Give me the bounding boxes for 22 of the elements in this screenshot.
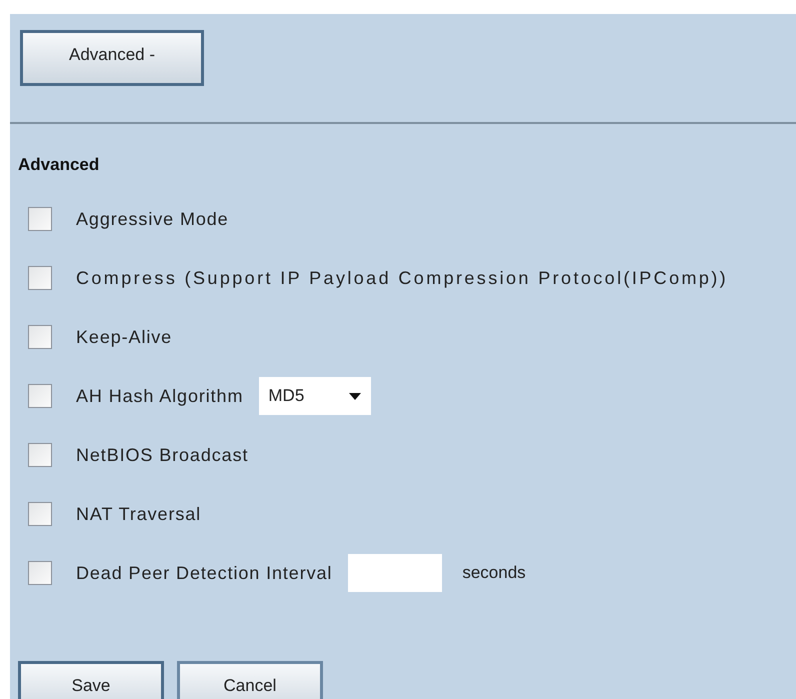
checkbox[interactable] — [28, 502, 52, 526]
option-label: NetBIOS Broadcast — [76, 444, 248, 466]
section-title: Advanced — [17, 154, 100, 176]
save-button[interactable]: Save — [18, 660, 164, 699]
caret-icon — [349, 392, 362, 400]
suffix-label: seconds — [462, 562, 526, 584]
option-label: Compress (Support IP Payload Compression Protocol(IPComp)) — [76, 266, 728, 290]
checkbox[interactable] — [28, 443, 52, 467]
option-label: Keep-Alive — [76, 326, 172, 349]
dropdown[interactable]: MD5 — [259, 377, 372, 415]
option-label: AH Hash Algorithm — [76, 384, 244, 408]
checkbox[interactable] — [28, 325, 52, 349]
advanced-toggle-button[interactable]: Advanced - — [20, 30, 204, 86]
checkbox[interactable] — [28, 266, 52, 290]
option-label: Aggressive Mode — [76, 208, 229, 231]
checkbox[interactable] — [28, 561, 52, 585]
option-label: Dead Peer Detection Interval — [76, 562, 332, 584]
checkbox[interactable] — [28, 207, 52, 231]
interval-field[interactable] — [348, 554, 442, 592]
cancel-button[interactable]: Cancel — [177, 660, 323, 699]
checkbox[interactable] — [28, 384, 52, 408]
option-label: NAT Traversal — [76, 502, 202, 526]
